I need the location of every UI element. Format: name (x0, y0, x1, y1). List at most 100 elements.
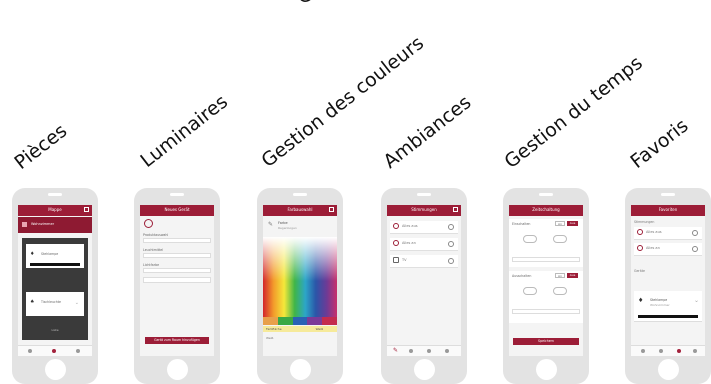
hour-stepper[interactable] (523, 287, 537, 295)
days-select[interactable] (512, 257, 580, 262)
mood-item[interactable]: TV (390, 255, 458, 268)
device-name-input[interactable] (158, 221, 159, 225)
tab-icon[interactable] (445, 349, 449, 353)
home-button[interactable] (45, 359, 66, 380)
speaker (48, 193, 62, 196)
home-button[interactable] (414, 359, 435, 380)
favorite-item[interactable]: Alles aus (634, 227, 702, 240)
phone-moods: Stimmungen Alles aus Alles an TV ✎ (381, 188, 467, 384)
edit-icon[interactable] (453, 207, 458, 212)
screen-lights: Neues Gerät Produktauswahl Leuchtmittel … (140, 205, 214, 356)
off-toggle[interactable]: Aus (567, 273, 578, 278)
favorite-device[interactable]: ♦ Stehlampe Wohnzimmer ⌄ (634, 291, 702, 322)
device-name: Stehlampe (650, 298, 668, 302)
mood-name: TV (402, 258, 407, 262)
mode-tabs: Farbfläche Weiß (263, 326, 337, 332)
on-toggle[interactable]: An (555, 273, 565, 278)
color-select[interactable] (143, 268, 211, 273)
mood-icon (393, 240, 399, 246)
pencil-icon[interactable]: ✎ (393, 347, 398, 354)
room-item-selected[interactable]: Wohnzimmer (18, 217, 92, 233)
screen-rooms: Mappe Wohnzimmer ♦ Stehlampe ♠ Tischleuc… (18, 205, 92, 356)
device-card[interactable]: ♠ Tischleuchte ⌄ (26, 292, 84, 316)
group-title: Geräte (634, 269, 645, 273)
color-swatches (263, 317, 337, 325)
edit-icon[interactable] (84, 207, 89, 212)
mood-item[interactable]: Alles an (390, 238, 458, 251)
favorite-item[interactable]: Alles an (634, 243, 702, 256)
device-card[interactable]: ♦ Stehlampe (26, 244, 84, 268)
days-select[interactable] (512, 309, 580, 314)
header-title: Zeitschaltung (532, 207, 560, 212)
tab-bar (631, 345, 705, 356)
device-name: Stehlampe (41, 252, 59, 256)
home-button[interactable] (290, 359, 311, 380)
header-title: Favoriten (658, 207, 678, 212)
header: Stimmungen (387, 205, 461, 216)
brightness-bar[interactable] (638, 315, 698, 318)
power-icon[interactable] (692, 246, 698, 252)
header: Zeitschaltung (509, 205, 583, 216)
color-picker[interactable] (263, 237, 337, 317)
speaker (417, 193, 431, 196)
tab-icon[interactable] (659, 349, 663, 353)
edit-icon[interactable] (329, 207, 334, 212)
home-button[interactable] (536, 359, 557, 380)
mood-icon (393, 223, 399, 229)
save-button[interactable]: Speichern (513, 338, 579, 345)
speaker (170, 193, 184, 196)
swatch[interactable] (277, 317, 293, 325)
tab-color-area[interactable]: Farbfläche (266, 327, 282, 331)
home-button[interactable] (167, 359, 188, 380)
speaker (661, 193, 675, 196)
tab-icon[interactable] (409, 349, 413, 353)
hour-stepper[interactable] (523, 235, 537, 243)
tab-icon[interactable] (693, 349, 697, 353)
tab-white[interactable]: Weiß (316, 327, 323, 331)
tab-home-icon[interactable] (52, 349, 56, 353)
extra-select[interactable] (143, 277, 211, 283)
swatch[interactable] (307, 317, 323, 325)
tab-icon[interactable] (641, 349, 645, 353)
tab-rooms-icon[interactable] (28, 349, 32, 353)
off-toggle[interactable]: Aus (567, 221, 578, 226)
phone-time: Zeitschaltung Einschalten An Aus Ausscha… (503, 188, 589, 384)
device-name: Tischleuchte (41, 300, 62, 304)
swatch[interactable] (263, 317, 278, 325)
field-label: Leuchtmittel (143, 248, 164, 252)
chevron-down-icon[interactable]: ⌄ (694, 297, 699, 304)
brightness-bar[interactable] (30, 263, 80, 266)
label-favorites: Favoris (626, 114, 693, 173)
header: Neues Gerät (140, 205, 214, 216)
bulb-select[interactable] (143, 253, 211, 258)
on-toggle[interactable]: An (555, 221, 565, 226)
mood-icon (637, 245, 643, 251)
room-name: Wohnzimmer (31, 222, 55, 226)
power-icon[interactable] (448, 258, 454, 264)
power-icon[interactable] (692, 230, 698, 236)
swatch[interactable] (322, 317, 337, 325)
mood-item[interactable]: Alles aus (390, 221, 458, 234)
schedule-on: Einschalten An Aus (509, 219, 583, 267)
product-select[interactable] (143, 238, 211, 243)
power-icon[interactable] (448, 241, 454, 247)
header-title: Stimmungen (411, 207, 437, 212)
label-top-color-management: Gestion des couleurs (295, 0, 495, 8)
home-button[interactable] (658, 359, 679, 380)
header: Farbauswahl (263, 205, 337, 216)
screen-moods: Stimmungen Alles aus Alles an TV ✎ (387, 205, 461, 356)
tab-favorites-icon[interactable] (677, 349, 681, 353)
tab-icon[interactable] (427, 349, 431, 353)
chevron-down-icon[interactable]: ⌄ (75, 300, 79, 306)
swatch[interactable] (292, 317, 308, 325)
list-footer: Liste (51, 328, 59, 332)
device-type-icon[interactable] (144, 219, 153, 228)
favorite-name: Alles aus (646, 230, 662, 234)
schedule-label: Einschalten (512, 222, 531, 226)
add-to-room-button[interactable]: Gerät zum Raum hinzufügen (145, 337, 209, 344)
minute-stepper[interactable] (553, 287, 567, 295)
speaker (293, 193, 307, 196)
power-icon[interactable] (448, 224, 454, 230)
minute-stepper[interactable] (553, 235, 567, 243)
tab-settings-icon[interactable] (76, 349, 80, 353)
